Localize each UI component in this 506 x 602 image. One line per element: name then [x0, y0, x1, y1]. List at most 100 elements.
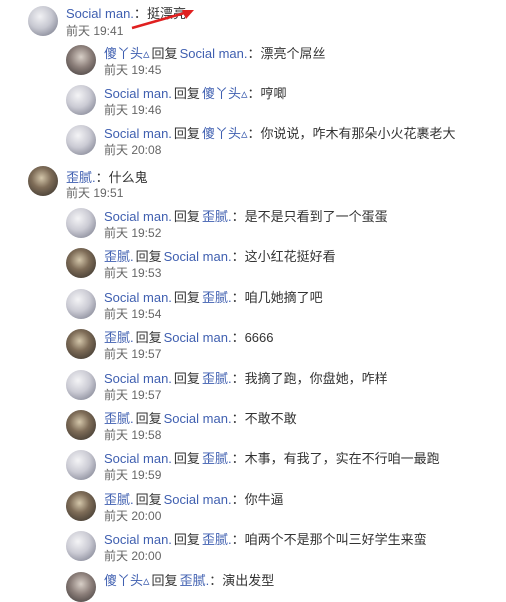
reply-time: 前天 20:08: [104, 143, 162, 157]
reply-text: 我摘了跑，你盘她，咋样: [244, 370, 388, 386]
reply-author[interactable]: Social man.: [104, 451, 172, 466]
reply-text: 6666: [244, 330, 274, 346]
reply-text: 是不是只看到了一个蛋蛋: [244, 209, 388, 224]
reply-time: 前天 19:57: [104, 347, 162, 362]
reply-line: Social man. 回复 傻丫头▵：哼唧: [104, 83, 287, 102]
separator: ：: [231, 209, 245, 224]
reply-time: 前天 19:46: [104, 103, 162, 117]
avatar[interactable]: [66, 410, 96, 440]
reply-time: 前天 20:00: [104, 549, 162, 564]
avatar[interactable]: [66, 369, 96, 400]
reply-word: 回复: [173, 532, 200, 548]
comment-author[interactable]: 歪腻.: [66, 170, 96, 185]
separator: ：: [247, 46, 261, 61]
reply-line: 歪腻. 回复 Social man.：不敢不敢: [104, 408, 297, 427]
avatar[interactable]: [66, 450, 96, 481]
reply-target[interactable]: 歪腻.: [202, 451, 232, 466]
reply-time: 前天 20:00: [104, 508, 162, 523]
separator: ：: [231, 491, 245, 507]
separator: ：: [231, 370, 245, 386]
reply-text: 你牛逼: [244, 491, 284, 507]
reply-author[interactable]: 歪腻.: [104, 330, 134, 345]
avatar[interactable]: [66, 208, 96, 238]
reply-author[interactable]: 歪腻.: [104, 411, 134, 426]
reply-text: 演出发型: [222, 572, 275, 588]
reply-author[interactable]: 歪腻.: [104, 249, 134, 264]
avatar[interactable]: [66, 45, 96, 75]
reply-line: Social man. 回复 歪腻.：我摘了跑，你盘她，咋样: [104, 368, 388, 387]
reply-time: 前天 19:53: [104, 266, 162, 281]
reply-line: 傻丫头▵ 回复 歪腻.：演出发型: [104, 570, 274, 589]
comment-time: 前天 19:41: [66, 24, 124, 38]
reply-author[interactable]: 歪腻.: [104, 492, 134, 507]
comment-text: 什么鬼: [108, 170, 148, 185]
reply-line: 歪腻. 回复 Social man.：你牛逼: [104, 489, 284, 508]
separator: ：: [247, 86, 261, 101]
avatar[interactable]: [66, 85, 96, 115]
reply-target[interactable]: 歪腻.: [180, 573, 210, 588]
red-arrow-icon: [131, 10, 194, 30]
reply-line: Social man. 回复 歪腻.：咱两个不是那个叫三好学生来蛮: [104, 529, 427, 548]
reply-word: 回复: [173, 451, 200, 467]
reply-text: 咱两个不是那个叫三好学生来蛮: [244, 532, 427, 548]
reply-target[interactable]: Social man.: [180, 46, 248, 61]
separator: ：: [95, 170, 109, 185]
reply-text: 漂亮个屌丝: [260, 46, 326, 61]
reply-text: 你说说，咋木有那朵小火花裹老大: [260, 126, 456, 141]
reply-time: 前天 19:58: [104, 428, 162, 442]
reply-target[interactable]: 傻丫头: [202, 126, 241, 141]
reply-text: 木事，有我了，实在不行咱一最跑: [244, 451, 440, 467]
reply-word: 回复: [173, 86, 200, 101]
separator: ：: [231, 330, 245, 346]
reply-target[interactable]: 傻丫头: [202, 86, 241, 101]
reply-time: 前天 19:45: [104, 63, 162, 77]
separator: ：: [231, 532, 245, 548]
reply-target[interactable]: Social man.: [164, 411, 232, 426]
avatar[interactable]: [66, 531, 96, 562]
reply-target[interactable]: Social man.: [164, 249, 232, 264]
avatar[interactable]: [66, 125, 96, 155]
reply-line: Social man. 回复 傻丫头▵：你说说，咋木有那朵小火花裹老大: [104, 123, 456, 142]
reply-line: Social man. 回复 歪腻.：木事，有我了，实在不行咱一最跑: [104, 448, 440, 467]
reply-word: 回复: [173, 370, 200, 386]
reply-author[interactable]: Social man.: [104, 290, 172, 305]
separator: ：: [231, 249, 245, 265]
reply-target[interactable]: Social man.: [164, 330, 232, 345]
reply-target[interactable]: 歪腻.: [202, 532, 232, 547]
reply-time: 前天 19:57: [104, 387, 162, 402]
avatar[interactable]: [28, 166, 58, 196]
avatar[interactable]: [66, 248, 96, 279]
reply-line: 傻丫头▵ 回复 Social man.：漂亮个屌丝: [104, 43, 326, 62]
reply-author-badge: ▵: [143, 572, 150, 588]
separator: ：: [247, 126, 261, 141]
reply-author-badge: ▵: [143, 46, 150, 61]
separator: ：: [231, 411, 245, 426]
reply-word: 回复: [135, 249, 162, 265]
reply-target[interactable]: 歪腻.: [202, 371, 232, 386]
reply-line: 歪腻. 回复 Social man.：6666: [104, 327, 274, 346]
reply-target[interactable]: 歪腻.: [202, 290, 232, 305]
comment-author[interactable]: Social man.: [66, 6, 134, 21]
reply-author[interactable]: Social man.: [104, 86, 172, 101]
reply-author[interactable]: Social man.: [104, 532, 172, 547]
reply-author[interactable]: Social man.: [104, 126, 172, 141]
avatar[interactable]: [66, 329, 96, 360]
reply-line: Social man. 回复 歪腻.：咱几她摘了吧: [104, 287, 323, 306]
reply-author[interactable]: Social man.: [104, 371, 172, 386]
reply-target[interactable]: 歪腻.: [202, 209, 232, 224]
reply-line: Social man. 回复 歪腻.：是不是只看到了一个蛋蛋: [104, 206, 388, 225]
avatar[interactable]: [66, 490, 96, 521]
reply-word: 回复: [151, 46, 178, 61]
reply-time: 前天 19:54: [104, 306, 162, 321]
reply-word: 回复: [135, 330, 162, 346]
reply-text: 咱几她摘了吧: [244, 289, 323, 305]
reply-line: 歪腻. 回复 Social man.：这小红花挺好看: [104, 246, 336, 265]
reply-author[interactable]: 傻丫头: [104, 46, 143, 61]
separator: ：: [209, 572, 223, 588]
reply-author[interactable]: Social man.: [104, 209, 172, 224]
reply-target[interactable]: Social man.: [164, 492, 232, 507]
avatar[interactable]: [66, 288, 96, 319]
avatar[interactable]: [28, 6, 58, 36]
reply-text: 不敢不敢: [244, 411, 297, 426]
reply-author[interactable]: 傻丫头: [104, 573, 143, 588]
